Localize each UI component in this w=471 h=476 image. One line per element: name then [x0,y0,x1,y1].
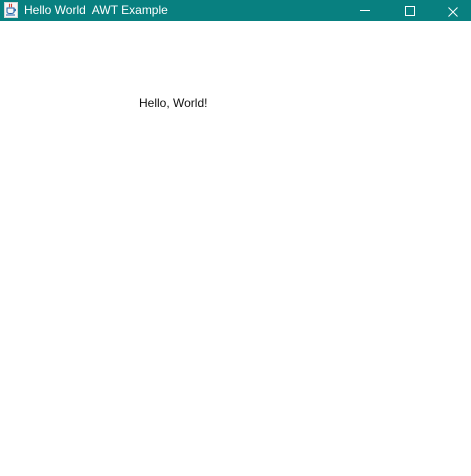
minimize-button[interactable] [343,0,387,21]
hello-world-label: Hello, World! [139,96,208,110]
maximize-button[interactable] [388,0,432,21]
close-icon [448,6,458,17]
minimize-icon [360,10,370,11]
java-cup-icon[interactable] [4,2,18,18]
maximize-icon [405,5,415,16]
title-bar[interactable]: Hello World AWT Example [0,0,471,21]
window-title: Hello World AWT Example [24,3,168,17]
close-button[interactable] [431,0,471,21]
window-content: Hello, World! [0,21,471,476]
app-window: Hello World AWT Example Hello, World! [0,0,471,476]
